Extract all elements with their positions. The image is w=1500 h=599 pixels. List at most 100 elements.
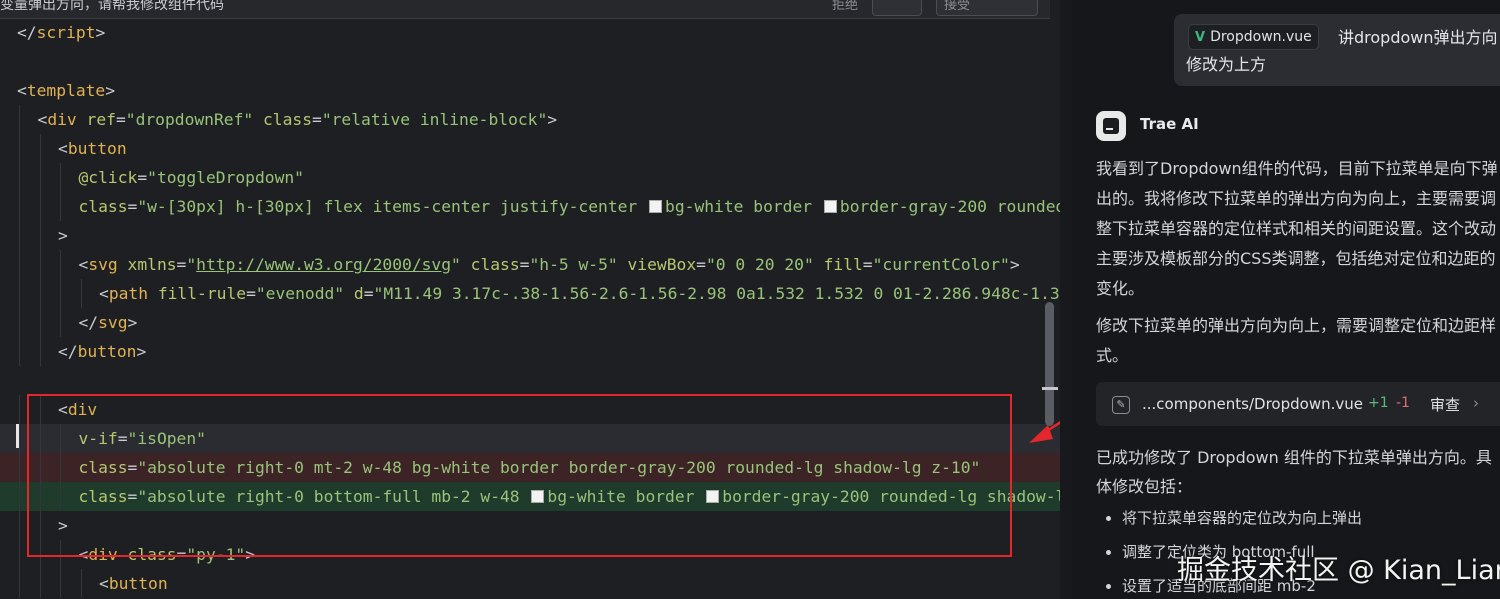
inline-prompt-text: 变量弹出方向，请帮我修改组件代码 xyxy=(0,0,224,13)
code-text: <div ref="dropdownRef" class="relative i… xyxy=(38,105,558,134)
code-token: = xyxy=(363,284,374,303)
code-token: button xyxy=(67,139,127,158)
code-line[interactable]: </script> xyxy=(0,18,1060,47)
code-token: "dropdownRef" xyxy=(125,110,263,129)
code-token: </ xyxy=(78,313,99,332)
panel-divider[interactable] xyxy=(1060,0,1072,599)
code-token: > xyxy=(95,23,106,42)
code-token: = xyxy=(246,284,256,303)
code-token: = xyxy=(115,110,126,129)
user-message-bubble: V Dropdown.vue 讲dropdown弹出方向修改为上方 xyxy=(1174,14,1500,86)
code-token: </ xyxy=(58,342,78,361)
code-line[interactable]: class="w-[30px] h-[30px] flex items-cent… xyxy=(0,192,1060,221)
code-line[interactable]: <button xyxy=(0,134,1060,163)
color-swatch-icon xyxy=(823,200,837,213)
file-change-card[interactable]: ✎ ...components/Dropdown.vue +1 -1 审查 › xyxy=(1096,382,1500,426)
code-token: fill xyxy=(823,255,863,274)
code-token: div xyxy=(47,110,87,129)
code-token: http://www.w3.org/2000/svg xyxy=(196,255,452,274)
code-token: > xyxy=(58,226,68,245)
code-token: class xyxy=(263,110,313,129)
review-button[interactable]: 审查 xyxy=(1430,394,1460,415)
code-token: button xyxy=(77,342,137,361)
code-token: = xyxy=(312,110,322,129)
code-token: < xyxy=(99,284,109,303)
code-token: path xyxy=(108,284,158,303)
code-token: viewBox xyxy=(627,255,697,274)
code-text: </svg> xyxy=(79,308,138,337)
code-text: class="w-[30px] h-[30px] flex items-cent… xyxy=(79,192,1061,221)
inline-prompt-bar: 变量弹出方向，请帮我修改组件代码 拒绝 接受 xyxy=(0,0,1050,19)
code-token: = xyxy=(862,255,873,274)
ai-name: Trae AI xyxy=(1140,115,1199,133)
code-token: xmlns xyxy=(127,255,177,274)
code-token: > xyxy=(105,81,116,100)
accept-label[interactable]: 接受 xyxy=(944,0,970,13)
trae-logo-icon xyxy=(1103,118,1119,134)
code-text: <template> xyxy=(17,76,115,105)
reject-label[interactable]: 拒绝 xyxy=(832,0,858,13)
ai-response-paragraph: 已成功修改了 Dropdown 组件的下拉菜单弹出方向。具体修改包括： xyxy=(1096,448,1492,496)
code-line[interactable]: <button xyxy=(0,569,1060,598)
code-token: = xyxy=(137,168,148,187)
color-swatch-icon xyxy=(649,200,663,213)
code-line[interactable] xyxy=(0,366,1060,395)
list-item: 将下拉菜单容器的定位改为向上弹出 xyxy=(1106,501,1362,535)
code-token: "0 0 20 20" xyxy=(705,255,824,274)
chevron-right-icon[interactable]: › xyxy=(1473,394,1479,412)
ai-chat-panel: V Dropdown.vue 讲dropdown弹出方向修改为上方 Trae A… xyxy=(1072,0,1500,599)
code-token: "h-5 w-5" xyxy=(529,255,628,274)
annotation-highlight-box xyxy=(27,394,1012,557)
code-token: < xyxy=(17,81,27,100)
code-line[interactable]: > xyxy=(0,221,1060,250)
code-line[interactable]: </svg> xyxy=(0,308,1060,337)
code-text: </script> xyxy=(17,18,105,47)
code-token: " xyxy=(186,255,197,274)
code-text: </button> xyxy=(58,337,146,366)
code-token: = xyxy=(127,197,138,216)
code-token: </ xyxy=(17,23,37,42)
code-token: d xyxy=(353,284,364,303)
code-token: "M11.49 3.17c-.38-1.56-2.6-1.56-2.98 0a1… xyxy=(373,284,1060,303)
code-token: svg xyxy=(88,255,128,274)
code-text: <button xyxy=(99,569,168,598)
code-token: "toggleDropdown" xyxy=(147,168,304,187)
code-line[interactable]: <div ref="dropdownRef" class="relative i… xyxy=(0,105,1060,134)
code-line[interactable]: </button> xyxy=(0,337,1060,366)
code-text: <svg xmlns="http://www.w3.org/2000/svg" … xyxy=(79,250,1020,279)
code-text: <path fill-rule="evenodd" d="M11.49 3.17… xyxy=(99,279,1060,308)
ai-response-paragraph: 我看到了Dropdown组件的代码，目前下拉菜单是向下弹出的。我将修改下拉菜单的… xyxy=(1096,159,1498,298)
lines-removed-count: -1 xyxy=(1396,395,1410,411)
code-token: = xyxy=(519,255,530,274)
code-token: < xyxy=(78,255,89,274)
code-line[interactable]: <svg xmlns="http://www.w3.org/2000/svg" … xyxy=(0,250,1060,279)
code-token: fill-rule xyxy=(157,284,247,303)
code-text: > xyxy=(58,221,68,250)
code-token: < xyxy=(58,139,68,158)
code-token: bg-white border xyxy=(665,197,822,216)
reject-shortcut-badge[interactable] xyxy=(872,0,922,16)
code-token: > xyxy=(1009,255,1020,274)
code-token: svg xyxy=(98,313,128,332)
code-token: = xyxy=(696,255,706,274)
code-line[interactable] xyxy=(0,47,1060,76)
code-line[interactable]: <path fill-rule="evenodd" d="M11.49 3.17… xyxy=(0,279,1060,308)
code-token: "currentColor" xyxy=(872,255,1010,274)
user-message-text: 讲dropdown弹出方向修改为上方 xyxy=(1186,28,1498,74)
watermark: 掘金技术社区 @ Kian_Lian xyxy=(1177,555,1500,586)
code-token: border-gray-200 rounded-lg" xyxy=(839,197,1060,216)
code-token: class xyxy=(78,197,128,216)
code-token: class xyxy=(470,255,520,274)
code-line[interactable]: <template> xyxy=(0,76,1060,105)
code-token: template xyxy=(26,81,106,100)
edit-file-icon: ✎ xyxy=(1112,396,1130,414)
ai-avatar xyxy=(1096,111,1126,141)
code-editor[interactable]: 变量弹出方向，请帮我修改组件代码 拒绝 接受 </script> <templat… xyxy=(0,0,1060,599)
code-token: = xyxy=(176,255,187,274)
changed-file-name[interactable]: ...components/Dropdown.vue xyxy=(1142,395,1363,413)
code-text: <button xyxy=(58,134,127,163)
code-token: > xyxy=(136,342,147,361)
code-line[interactable]: @click="toggleDropdown" xyxy=(0,163,1060,192)
code-text: @click="toggleDropdown" xyxy=(79,163,304,192)
code-token: < xyxy=(37,110,48,129)
